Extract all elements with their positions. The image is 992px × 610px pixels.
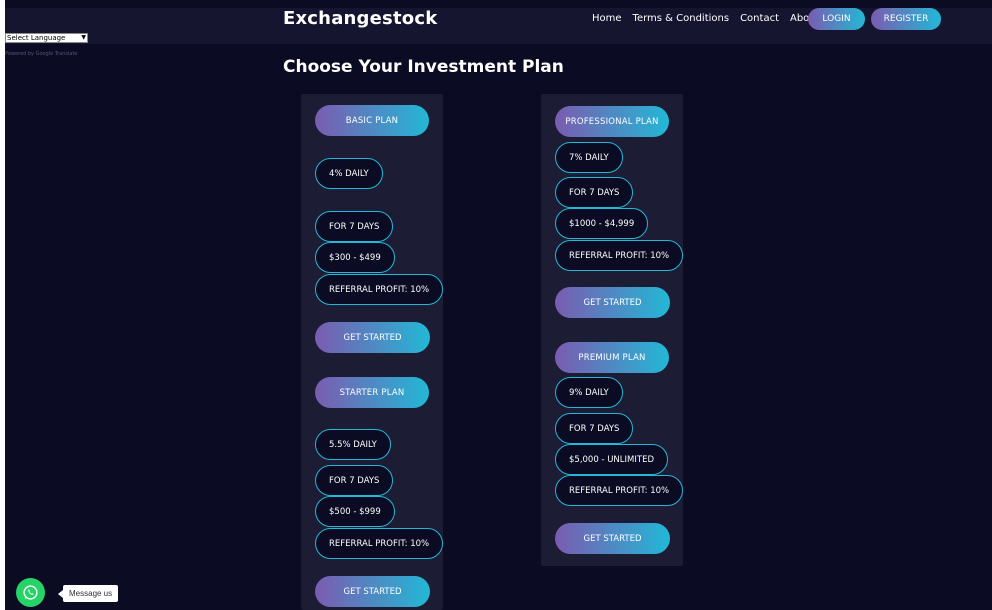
page-title: Choose Your Investment Plan — [283, 57, 564, 77]
language-select-label: Select Language — [7, 34, 66, 42]
premium-get-started-button[interactable]: GET STARTED — [555, 523, 670, 554]
professional-plan-duration: FOR 7 DAYS — [555, 177, 634, 208]
starter-plan-range: $500 - $999 — [315, 496, 395, 527]
starter-plan-referral: REFERRAL PROFIT: 10% — [315, 528, 444, 559]
professional-plan-referral: REFERRAL PROFIT: 10% — [555, 240, 684, 271]
basic-plan-rate: 4% DAILY — [315, 158, 383, 189]
login-button[interactable]: LOGIN — [808, 8, 865, 30]
register-button[interactable]: REGISTER — [871, 8, 941, 30]
premium-plan-duration: FOR 7 DAYS — [555, 413, 634, 444]
professional-plan-rate: 7% DAILY — [555, 142, 623, 173]
language-select[interactable]: Select Language ▼ — [5, 33, 88, 43]
nav-contact[interactable]: Contact — [740, 13, 779, 24]
basic-plan-range: $300 - $499 — [315, 242, 395, 273]
whatsapp-icon — [23, 585, 38, 600]
starter-get-started-button[interactable]: GET STARTED — [315, 576, 430, 607]
professional-get-started-button[interactable]: GET STARTED — [555, 287, 670, 318]
starter-plan-title: STARTER PLAN — [315, 377, 429, 408]
professional-plan-title: PROFESSIONAL PLAN — [555, 106, 669, 137]
nav-home[interactable]: Home — [592, 13, 622, 24]
basic-plan-title: BASIC PLAN — [315, 105, 429, 136]
nav-terms[interactable]: Terms & Conditions — [633, 13, 730, 24]
professional-plan-range: $1000 - $4,999 — [555, 208, 649, 239]
basic-plan-referral: REFERRAL PROFIT: 10% — [315, 274, 444, 305]
message-us-label[interactable]: Message us — [57, 585, 119, 602]
premium-plan-rate: 9% DAILY — [555, 377, 623, 408]
premium-plan-referral: REFERRAL PROFIT: 10% — [555, 475, 684, 506]
whatsapp-button[interactable] — [16, 578, 45, 607]
basic-get-started-button[interactable]: GET STARTED — [315, 322, 430, 353]
basic-plan-duration: FOR 7 DAYS — [315, 211, 394, 242]
chevron-down-icon: ▼ — [81, 34, 86, 41]
nav-links: Home Terms & Conditions Contact About — [592, 13, 820, 24]
page-background — [5, 0, 992, 610]
starter-plan-duration: FOR 7 DAYS — [315, 465, 394, 496]
premium-plan-title: PREMIUM PLAN — [555, 342, 669, 373]
premium-plan-range: $5,000 - UNLIMITED — [555, 444, 668, 475]
powered-by-google: Powered by Google Translate — [5, 51, 78, 57]
starter-plan-rate: 5.5% DAILY — [315, 429, 391, 460]
brand-logo[interactable]: Exchangestock — [283, 8, 437, 29]
